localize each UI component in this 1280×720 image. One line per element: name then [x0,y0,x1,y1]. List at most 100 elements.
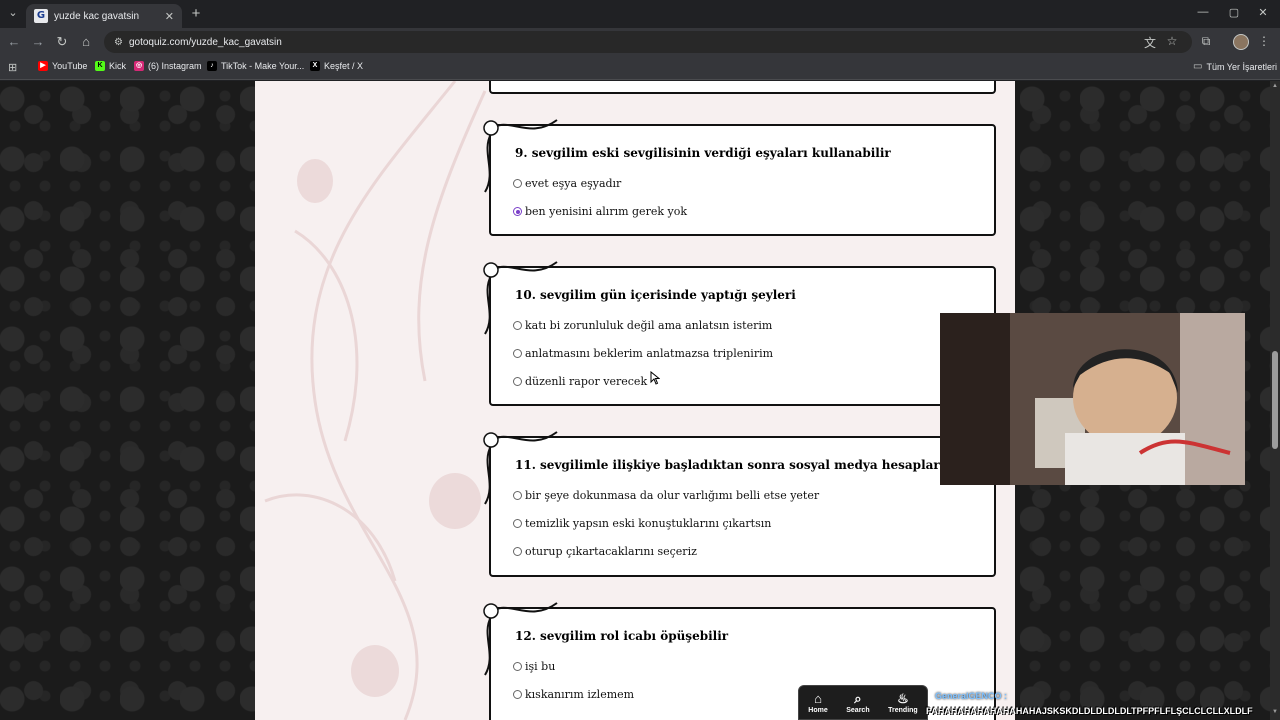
instagram-icon: ◎ [134,61,144,71]
new-tab-plus-icon[interactable]: + [188,5,204,22]
gotoquiz-favicon-icon: G [34,9,48,23]
page-scrollbar[interactable]: ▲ ▼ [1270,81,1280,720]
minimize-button[interactable]: — [1193,6,1213,18]
scroll-up-arrow-icon[interactable]: ▲ [1272,83,1278,89]
answer-option[interactable]: bir şeye dokunmasa da olur varlığımı bel… [513,489,819,502]
answer-option[interactable]: evet eşya eşyadır [513,177,621,190]
youtube-icon: ▶ [38,61,48,71]
url-text: gotoquiz.com/yuzde_kac_gavatsin [128,36,282,48]
question-card-11: 11. sevgilimle ilişkiye başladıktan sonr… [483,431,996,577]
question-card-previous [489,81,996,94]
bookmark-label: (6) Instagram [148,61,202,71]
question-title: 11. sevgilimle ilişkiye başladıktan sonr… [515,458,970,472]
site-info-icon[interactable]: ⚙ [114,37,123,48]
mouse-cursor-icon [650,371,660,385]
answer-option[interactable]: temizlik yapsın eski konuştuklarını çıka… [513,517,771,530]
radio-button[interactable] [513,547,522,556]
nav-label: Trending [888,706,918,714]
x-icon: X [310,61,320,71]
answer-option[interactable]: oturup çıkartacaklarını seçeriz [513,545,697,558]
browser-toolbar: ← → ↻ ⌂ ⚙ gotoquiz.com/yuzde_kac_gavatsi… [0,28,1280,56]
answer-label: evet eşya eşyadır [525,177,622,190]
extensions-icon[interactable]: ⧉ [1198,34,1214,49]
tab-strip: ⌄ G yuzde kac gavatsin ✕ + — ▢ ✕ [0,0,1280,28]
tab-search-chevron-icon[interactable]: ⌄ [4,4,22,22]
folder-icon: ▭ [1193,61,1203,72]
streamer-webcam-overlay [940,313,1245,485]
bookmark-label: Keşfet / X [324,61,364,71]
scroll-thumb[interactable] [1272,351,1278,449]
radio-button[interactable] [513,349,522,358]
chat-username: GeneralGENCO : [935,691,1008,701]
translate-icon[interactable]: 文 [1142,34,1158,51]
bookmark-label: Tüm Yer İşaretleri [1206,61,1277,72]
radio-button-checked[interactable] [513,207,522,216]
chat-message: PAHAHAHAHAHAHAHAHAJSKSKDLDLDLDLDLTPFPFLF… [926,706,1253,716]
nav-label: Home [808,706,828,714]
close-window-button[interactable]: ✕ [1253,6,1273,19]
radio-button[interactable] [513,690,522,699]
answer-label: ben yenisini alırım gerek yok [525,205,688,218]
bookmark-kick[interactable]: K Kick [95,61,126,71]
active-tab[interactable]: G yuzde kac gavatsin ✕ [26,4,182,28]
all-bookmarks-folder[interactable]: ▭ Tüm Yer İşaretleri [1193,61,1277,72]
answer-label: oturup çıkartacaklarını seçeriz [525,545,697,558]
bookmark-instagram[interactable]: ◎ (6) Instagram [134,61,202,71]
bookmarks-bar: ⊞ ▶ YouTube K Kick ◎ (6) Instagram ♪ Tik… [0,56,1280,80]
answer-option[interactable]: düzenli rapor verecek [513,375,647,388]
reload-icon[interactable]: ↻ [54,34,70,50]
bookmark-tiktok[interactable]: ♪ TikTok - Make Your... [207,61,304,71]
bookmark-label: TikTok - Make Your... [221,61,305,71]
back-arrow-icon[interactable]: ← [6,34,22,50]
answer-label: bir şeye dokunmasa da olur varlığımı bel… [525,489,820,502]
radio-button[interactable] [513,491,522,500]
home-icon: ⌂ [814,690,822,706]
answer-label: anlatmasını beklerim anlatmazsa tripleni… [525,347,774,360]
answer-option[interactable]: anlatmasını beklerim anlatmazsa tripleni… [513,347,773,360]
bookmark-x[interactable]: X Keşfet / X [310,61,363,71]
floral-background-decoration [264,81,487,720]
question-title: 9. sevgilim eski sevgilisinin verdiği eş… [515,146,891,160]
quiz-content: 9. sevgilim eski sevgilisinin verdiği eş… [255,81,1015,720]
radio-button[interactable] [513,377,522,386]
radio-button[interactable] [513,179,522,188]
answer-label: işi bu [525,660,556,673]
bookmark-label: Kick [109,61,127,71]
answer-label: temizlik yapsın eski konuştuklarını çıka… [525,517,772,530]
stream-nav-bar: ⌂ Home ⌕ Search ♨ Trending [798,685,928,720]
answer-option[interactable]: kıskanırım izlemem [513,688,634,701]
home-icon[interactable]: ⌂ [78,34,94,50]
apps-grid-icon[interactable]: ⊞ [8,61,17,74]
scroll-down-arrow-icon[interactable]: ▼ [1272,709,1278,715]
stream-nav-home[interactable]: ⌂ Home [808,690,828,714]
forward-arrow-icon[interactable]: → [30,34,46,50]
search-icon: ⌕ [854,690,862,706]
tab-close-icon[interactable]: ✕ [165,10,174,23]
radio-button[interactable] [513,519,522,528]
question-title: 10. sevgilim gün içerisinde yaptığı şeyl… [515,288,796,302]
answer-option[interactable]: katı bi zorunluluk değil ama anlatsın is… [513,319,772,332]
answer-option-selected[interactable]: ben yenisini alırım gerek yok [513,205,687,218]
tab-title: yuzde kac gavatsin [54,10,140,22]
question-card-9: 9. sevgilim eski sevgilisinin verdiği eş… [483,119,996,236]
question-title: 12. sevgilim rol icabı öpüşebilir [515,629,729,643]
bookmark-label: YouTube [52,61,88,71]
stream-nav-search[interactable]: ⌕ Search [846,690,870,714]
tiktok-icon: ♪ [207,61,217,71]
answer-option[interactable]: işi bu [513,660,555,673]
restore-button[interactable]: ▢ [1224,6,1244,19]
nav-label: Search [846,706,870,714]
radio-button[interactable] [513,321,522,330]
question-card-10: 10. sevgilim gün içerisinde yaptığı şeyl… [483,261,996,406]
bookmark-star-icon[interactable]: ☆ [1164,34,1180,48]
address-bar[interactable]: ⚙ gotoquiz.com/yuzde_kac_gavatsin [104,31,1192,53]
answer-label: katı bi zorunluluk değil ama anlatsın is… [525,319,773,332]
kick-icon: K [95,61,105,71]
answer-label: düzenli rapor verecek [525,375,648,388]
stream-nav-trending[interactable]: ♨ Trending [888,690,918,714]
flame-icon: ♨ [897,690,909,706]
profile-avatar[interactable] [1233,34,1249,50]
radio-button[interactable] [513,662,522,671]
more-menu-icon[interactable]: ⋮ [1256,34,1272,48]
bookmark-youtube[interactable]: ▶ YouTube [38,61,87,71]
